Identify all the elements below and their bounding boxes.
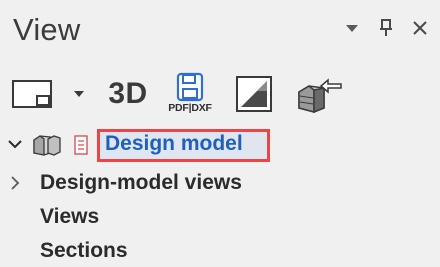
close-icon[interactable] (410, 18, 430, 38)
layout-dropdown-button[interactable] (70, 82, 88, 106)
model-export-icon (298, 78, 342, 114)
chevron-down-icon (74, 91, 84, 97)
window-layout-button[interactable] (8, 74, 56, 114)
tree-item-label: Views (40, 205, 100, 228)
model-export-button[interactable] (292, 72, 346, 116)
window-layout-icon (12, 80, 52, 108)
tree-item-label: Design model (105, 132, 243, 155)
triangle-down-icon[interactable] (342, 18, 362, 38)
pdf-dxf-label: PDF|DXF (168, 102, 212, 114)
pdf-dxf-button[interactable]: PDF|DXF (164, 68, 216, 120)
tree-row-views[interactable]: Views (0, 201, 440, 233)
section-view-button[interactable] (232, 72, 276, 116)
tree-item-label: Sections (40, 239, 128, 262)
3d-button[interactable]: 3D (103, 72, 153, 116)
section-view-icon (236, 76, 272, 112)
panel-title: View (13, 12, 81, 47)
pin-icon[interactable] (376, 18, 396, 38)
tree-row-design-model[interactable]: Design model (0, 126, 440, 162)
tree-item-label: Design-model views (40, 171, 242, 194)
document-icon (74, 135, 88, 155)
save-icon (176, 72, 204, 102)
toolbar: 3D PDF|DXF (0, 66, 440, 122)
chevron-right-icon[interactable] (10, 176, 20, 190)
cube-group-icon (33, 135, 61, 156)
tree-row-design-model-views[interactable]: Design-model views (0, 167, 440, 199)
3d-label: 3D (108, 77, 148, 110)
panel-controls (342, 18, 430, 38)
tree-row-sections[interactable]: Sections (0, 235, 440, 267)
chevron-down-icon[interactable] (8, 139, 22, 149)
